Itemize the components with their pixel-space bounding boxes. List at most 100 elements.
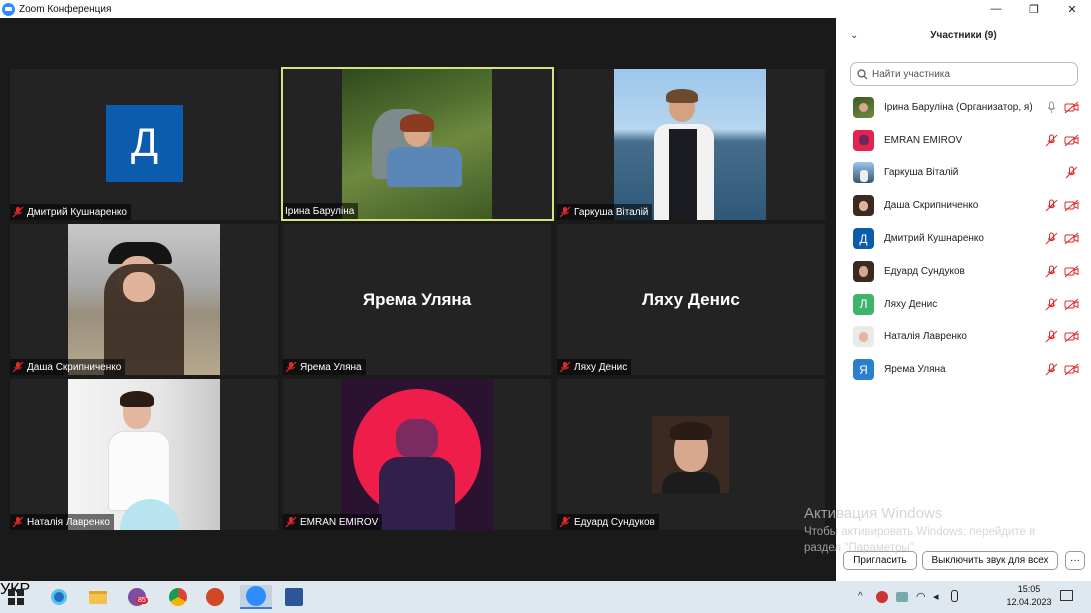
tile-name-label: Ляху Денис [557,359,632,375]
video-tile[interactable]: Наталія Лавренко [10,379,278,530]
participant-video [342,69,492,219]
mic-muted-icon [12,361,24,373]
video-off-icon[interactable] [1064,265,1079,278]
window-controls: — ❐ ✕ [977,0,1091,18]
microphone-icon[interactable] [951,590,958,602]
mic-muted-icon [12,206,24,218]
video-tile[interactable]: EMRAN EMIROV [283,379,551,530]
video-tile-active-speaker[interactable]: Ірина Баруліна [281,67,554,221]
notifications-icon[interactable] [1060,590,1073,601]
avatar: Я [853,359,874,381]
zoom-screen: Zoom Конференция Д Дмитрий Кушнаренко Ір… [0,0,1091,613]
video-off-icon[interactable] [1064,199,1079,212]
video-off-icon[interactable] [1064,134,1079,147]
participant-row[interactable]: Ірина Баруліна (Организатор, я) [836,91,1091,124]
mic-muted-icon [285,361,297,373]
video-off-icon[interactable] [1064,363,1079,376]
clock[interactable]: 15:05 12.04.2023 [1000,583,1058,609]
avatar [853,326,874,348]
participant-row[interactable]: Даша Скрипниченко [836,189,1091,222]
search-icon [857,68,868,79]
zoom-taskbar-icon[interactable] [240,585,272,609]
video-gallery: Д Дмитрий Кушнаренко Ірина Баруліна Гарк… [0,18,836,581]
video-tile[interactable]: Ярема Уляна Ярема Уляна [283,224,551,375]
minimize-icon[interactable]: — [977,0,1015,18]
participant-display-name: Ярема Уляна [362,289,472,309]
video-off-icon[interactable] [1064,298,1079,311]
avatar [853,260,874,282]
search-input[interactable] [872,68,1062,80]
mic-muted-icon[interactable] [1045,298,1058,311]
video-off-icon[interactable] [1064,330,1079,343]
system-tray: ^ ◠ ◂ УКР 15:05 12.04.2023 [0,581,1091,607]
mic-muted-icon [559,206,571,218]
panel-header: ⌄ Участники (9) [836,28,1091,46]
participant-row[interactable]: Едуард Сундуков [836,255,1091,288]
more-options-button[interactable]: ··· [1065,551,1085,570]
zoom-logo-icon [2,2,15,16]
participant-row[interactable]: Л Ляху Денис [836,288,1091,321]
edge-icon[interactable] [46,585,72,609]
wifi-icon[interactable]: ◠ [916,590,926,603]
panel-title: Участники (9) [930,30,997,41]
chevron-up-icon[interactable]: ^ [858,591,863,602]
restore-icon[interactable]: ❐ [1015,0,1053,18]
mic-muted-icon[interactable] [1045,363,1058,376]
volume-icon[interactable]: ◂ [933,590,939,603]
mic-muted-icon [559,361,571,373]
video-tile[interactable]: Гаркуша Віталій [557,69,825,220]
mic-muted-icon [12,516,24,528]
avatar [853,96,874,118]
tile-name-label: Даша Скрипниченко [10,359,126,375]
tile-name-label: Дмитрий Кушнаренко [10,204,131,220]
file-explorer-icon[interactable] [85,585,111,609]
antivirus-icon[interactable] [876,591,888,603]
avatar [853,195,874,217]
tile-name-label: EMRAN EMIROV [283,514,383,530]
word-icon[interactable] [281,585,307,609]
notification-badge: 85 [136,597,148,604]
windows-activation-watermark: Активация Windows Чтобы активировать Win… [804,505,1036,554]
participant-video [614,69,766,220]
participant-row[interactable]: Я Ярема Уляна [836,353,1091,386]
chrome-icon[interactable] [165,585,191,609]
video-tile[interactable]: Даша Скрипниченко [10,224,278,375]
title-bar: Zoom Конференция [0,0,836,18]
participant-search[interactable] [850,62,1078,86]
powerpoint-icon[interactable] [202,585,228,609]
mic-muted-icon[interactable] [1045,265,1058,278]
mic-muted-icon[interactable] [1045,232,1058,245]
tile-name-label: Гаркуша Віталій [557,204,653,220]
participant-row[interactable]: Гаркуша Віталій [836,157,1091,190]
video-tile[interactable]: Д Дмитрий Кушнаренко [10,69,278,220]
cloud-icon[interactable] [896,592,908,602]
mic-muted-icon [285,516,297,528]
participant-row[interactable]: Наталія Лавренко [836,321,1091,354]
participant-row[interactable]: Д Дмитрий Кушнаренко [836,222,1091,255]
mic-muted-icon[interactable] [1045,134,1058,147]
avatar [853,129,874,151]
participants-panel: — ❐ ✕ ⌄ Участники (9) Ірина Баруліна (Ор… [836,0,1091,581]
tile-name-label: Наталія Лавренко [10,514,114,530]
video-tile[interactable]: Едуард Сундуков [557,379,825,530]
video-tile[interactable]: Ляху Денис Ляху Денис [557,224,825,375]
video-off-icon[interactable] [1064,101,1079,114]
taskbar: 85 ^ ◠ ◂ УКР 15:05 12.04.2023 [0,581,1091,613]
mic-muted-icon[interactable] [1064,166,1079,179]
participant-list: Ірина Баруліна (Организатор, я) EMRAN EM… [836,91,1091,386]
video-off-icon[interactable] [1064,232,1079,245]
avatar [853,162,874,184]
mic-icon[interactable] [1045,101,1058,114]
viber-icon[interactable]: 85 [124,585,150,609]
tile-name-label: Ярема Уляна [283,359,366,375]
close-icon[interactable]: ✕ [1053,0,1091,18]
windows-start-icon[interactable] [8,589,24,605]
participant-video [68,379,220,530]
participant-row[interactable]: EMRAN EMIROV [836,124,1091,157]
mic-muted-icon[interactable] [1045,199,1058,212]
window-title: Zoom Конференция [19,3,112,15]
participant-avatar-photo [652,416,729,493]
participant-display-name: Ляху Денис [642,289,740,309]
mic-muted-icon[interactable] [1045,330,1058,343]
participant-video [341,379,493,530]
